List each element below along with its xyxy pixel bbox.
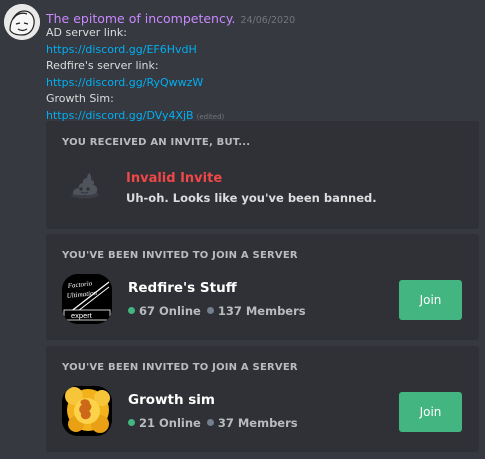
invalid-invite-embed: YOU RECEIVED AN INVITE, BUT... Invalid I…: [46, 121, 479, 229]
invite-heading: YOU RECEIVED AN INVITE, BUT...: [62, 137, 251, 148]
invite-heading: YOU'VE BEEN INVITED TO JOIN A SERVER: [62, 362, 298, 373]
server-icon[interactable]: [62, 386, 112, 436]
username[interactable]: The epitome of incompetency.: [46, 11, 235, 26]
join-button[interactable]: Join: [399, 392, 462, 432]
server-stats: 21 Online 37 Members: [128, 416, 298, 430]
server-icon[interactable]: Factorio Ultimation expert: [62, 274, 112, 324]
server-stats: 67 Online 137 Members: [128, 304, 306, 318]
server-invite-embed: YOU'VE BEEN INVITED TO JOIN A SERVER Fac…: [46, 234, 479, 340]
message-content: AD server link: https://discord.gg/EF6Hv…: [46, 25, 476, 125]
server-icon-text: expert: [71, 311, 93, 320]
online-count: 67 Online: [139, 304, 201, 318]
members-dot-icon: [206, 307, 214, 314]
server-name[interactable]: Growth sim: [128, 392, 215, 408]
chat-message: The epitome of incompetency. 24/06/2020 A…: [0, 0, 485, 459]
online-dot-icon: [128, 419, 135, 426]
member-count: 37 Members: [217, 416, 298, 430]
invalid-invite-subtitle: Uh-oh. Looks like you've been banned.: [126, 191, 377, 205]
user-avatar[interactable]: [4, 4, 40, 40]
online-dot-icon: [128, 307, 135, 314]
members-dot-icon: [206, 419, 214, 426]
invalid-invite-title: Invalid Invite: [126, 171, 223, 186]
join-button[interactable]: Join: [399, 280, 462, 320]
poop-icon: [68, 169, 102, 199]
server-invite-embed: YOU'VE BEEN INVITED TO JOIN A SERVER Gro…: [46, 346, 479, 452]
message-line-redfire-link: https://discord.gg/RyQwwzW: [46, 75, 476, 92]
server-name[interactable]: Redfire's Stuff: [128, 280, 237, 296]
online-count: 21 Online: [139, 416, 201, 430]
edited-marker: (edited): [196, 112, 225, 121]
invite-heading: YOU'VE BEEN INVITED TO JOIN A SERVER: [62, 250, 298, 261]
message-line-redfire-label: Redfire's server link:: [46, 59, 159, 73]
message-line-ad-link: https://discord.gg/EF6HvdH: [46, 42, 476, 59]
message-line-ad-label: AD server link:: [46, 26, 127, 39]
ad-server-link[interactable]: https://discord.gg/EF6HvdH: [46, 43, 197, 56]
redfire-server-link[interactable]: https://discord.gg/RyQwwzW: [46, 76, 203, 89]
message-line-growth-label: Growth Sim:: [46, 92, 114, 106]
member-count: 137 Members: [217, 304, 306, 318]
